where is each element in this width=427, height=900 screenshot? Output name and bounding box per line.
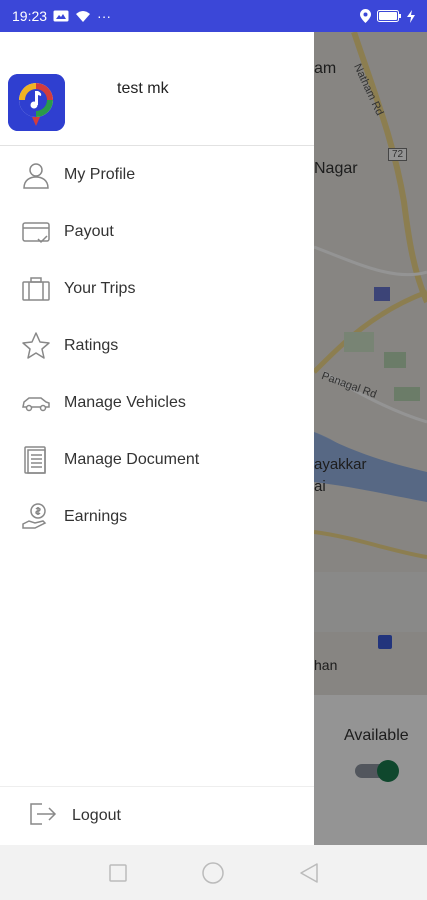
drawer-menu: My Profile Payout Your Trips Ratings Man… (0, 146, 314, 545)
car-icon (20, 387, 52, 419)
drawer-header: test mk (0, 32, 314, 146)
charging-icon (407, 9, 415, 23)
menu-item-label: Manage Document (64, 450, 200, 468)
menu-item-manage-document[interactable]: Manage Document (0, 431, 314, 488)
recent-apps-button[interactable] (98, 853, 138, 893)
menu-item-my-profile[interactable]: My Profile (0, 146, 314, 203)
app-logo (8, 74, 65, 131)
menu-item-manage-vehicles[interactable]: Manage Vehicles (0, 374, 314, 431)
navigation-drawer: test mk My Profile Payout Your Trips Rat… (0, 32, 314, 845)
square-icon (109, 863, 127, 882)
image-icon (53, 10, 69, 22)
menu-item-earnings[interactable]: Earnings (0, 488, 314, 545)
menu-item-ratings[interactable]: Ratings (0, 317, 314, 374)
menu-item-label: Manage Vehicles (64, 393, 186, 411)
star-icon (20, 330, 52, 362)
menu-item-label: My Profile (64, 165, 136, 183)
circle-icon (202, 861, 225, 884)
home-button[interactable] (193, 853, 233, 893)
status-bar: 19:23 ··· (0, 0, 427, 32)
card-icon (20, 216, 52, 248)
location-icon (360, 9, 371, 23)
back-button[interactable] (289, 853, 329, 893)
menu-item-label: Earnings (64, 507, 128, 525)
status-time: 19:23 (12, 8, 48, 24)
menu-item-your-trips[interactable]: Your Trips (0, 260, 314, 317)
menu-item-payout[interactable]: Payout (0, 203, 314, 260)
triangle-back-icon (300, 862, 318, 883)
menu-item-label: Payout (64, 222, 114, 240)
menu-item-label: Ratings (64, 336, 119, 354)
system-nav-bar (0, 845, 427, 900)
battery-icon (377, 10, 401, 22)
logout-button[interactable]: Logout (0, 786, 314, 845)
user-name: test mk (117, 80, 169, 97)
logout-icon (28, 801, 58, 832)
document-icon (20, 444, 52, 476)
briefcase-icon (20, 273, 52, 305)
money-hand-icon (20, 501, 52, 533)
logout-label: Logout (72, 807, 121, 824)
user-icon (20, 159, 52, 191)
status-more-dots: ··· (97, 8, 112, 24)
menu-item-label: Your Trips (64, 279, 136, 297)
wifi-icon (76, 10, 91, 22)
drawer-scrim[interactable] (314, 32, 427, 845)
